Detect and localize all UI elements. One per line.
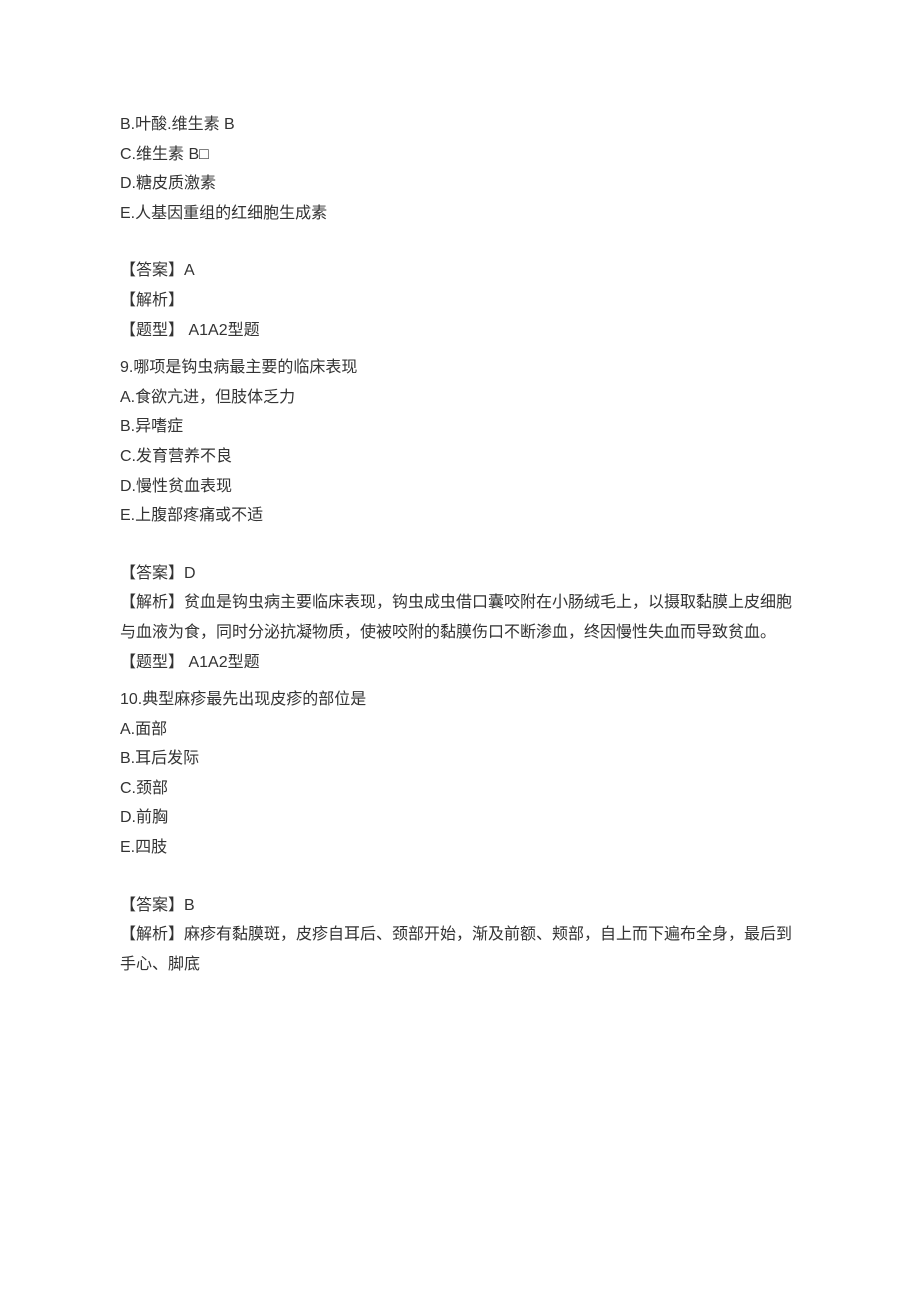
analysis-label: 【解析】 — [120, 292, 184, 309]
q9-option-b: B.异嗜症 — [120, 412, 800, 442]
q9-analysis-line: 【解析】贫血是钩虫病主要临床表现，钩虫成虫借口囊咬附在小肠绒毛上，以摄取黏膜上皮… — [120, 588, 800, 647]
type-label: 【题型】 — [120, 322, 184, 339]
q8-option-c: C.维生素 B□ — [120, 140, 800, 170]
q8-option-d: D.糖皮质激素 — [120, 169, 800, 199]
q9-answer-line: 【答案】D — [120, 559, 800, 589]
q8-option-b: B.叶酸.维生素 B — [120, 110, 800, 140]
q10-block: 10.典型麻疹最先出现皮疹的部位是 A.面部 B.耳后发际 C.颈部 D.前胸 … — [120, 685, 800, 863]
answer-label: 【答案】 — [120, 565, 184, 582]
q9-option-e: E.上腹部疼痛或不适 — [120, 501, 800, 531]
q8-answer-value: A — [184, 262, 195, 279]
q9-option-d: D.慢性贫血表现 — [120, 472, 800, 502]
q8-type-value: A1A2型题 — [184, 322, 260, 339]
q9-stem: 9.哪项是钩虫病最主要的临床表现 — [120, 353, 800, 383]
answer-label: 【答案】 — [120, 262, 184, 279]
q10-analysis-line: 【解析】麻疹有黏膜斑，皮疹自耳后、颈部开始，渐及前额、颊部，自上而下遍布全身，最… — [120, 920, 800, 979]
q9-answer-value: D — [184, 565, 196, 582]
q8-type-line: 【题型】 A1A2型题 — [120, 316, 800, 346]
q10-option-a: A.面部 — [120, 715, 800, 745]
q8-answer-line: 【答案】A — [120, 256, 800, 286]
q10-answer-block: 【答案】B 【解析】麻疹有黏膜斑，皮疹自耳后、颈部开始，渐及前额、颊部，自上而下… — [120, 891, 800, 980]
q10-analysis-value: 麻疹有黏膜斑，皮疹自耳后、颈部开始，渐及前额、颊部，自上而下遍布全身，最后到手心… — [120, 926, 792, 973]
q10-answer-line: 【答案】B — [120, 891, 800, 921]
q8-option-e: E.人基因重组的红细胞生成素 — [120, 199, 800, 229]
q9-type-line: 【题型】 A1A2型题 — [120, 648, 800, 678]
analysis-label: 【解析】 — [120, 926, 184, 943]
q9-option-c: C.发育营养不良 — [120, 442, 800, 472]
q9-type-value: A1A2型题 — [184, 654, 260, 671]
q9-answer-block: 【答案】D 【解析】贫血是钩虫病主要临床表现，钩虫成虫借口囊咬附在小肠绒毛上，以… — [120, 559, 800, 677]
q9-analysis-value: 贫血是钩虫病主要临床表现，钩虫成虫借口囊咬附在小肠绒毛上，以摄取黏膜上皮细胞与血… — [120, 594, 792, 641]
q10-option-b: B.耳后发际 — [120, 744, 800, 774]
q9-option-a: A.食欲亢进，但肢体乏力 — [120, 383, 800, 413]
q8-fragment: B.叶酸.维生素 B C.维生素 B□ D.糖皮质激素 E.人基因重组的红细胞生… — [120, 110, 800, 228]
type-label: 【题型】 — [120, 654, 184, 671]
q10-stem: 10.典型麻疹最先出现皮疹的部位是 — [120, 685, 800, 715]
q10-option-d: D.前胸 — [120, 803, 800, 833]
q10-answer-value: B — [184, 897, 195, 914]
q10-option-c: C.颈部 — [120, 774, 800, 804]
q8-analysis-line: 【解析】 — [120, 286, 800, 316]
q9-block: 9.哪项是钩虫病最主要的临床表现 A.食欲亢进，但肢体乏力 B.异嗜症 C.发育… — [120, 353, 800, 531]
answer-label: 【答案】 — [120, 897, 184, 914]
q8-answer-block: 【答案】A 【解析】 【题型】 A1A2型题 — [120, 256, 800, 345]
q10-option-e: E.四肢 — [120, 833, 800, 863]
analysis-label: 【解析】 — [120, 594, 184, 611]
